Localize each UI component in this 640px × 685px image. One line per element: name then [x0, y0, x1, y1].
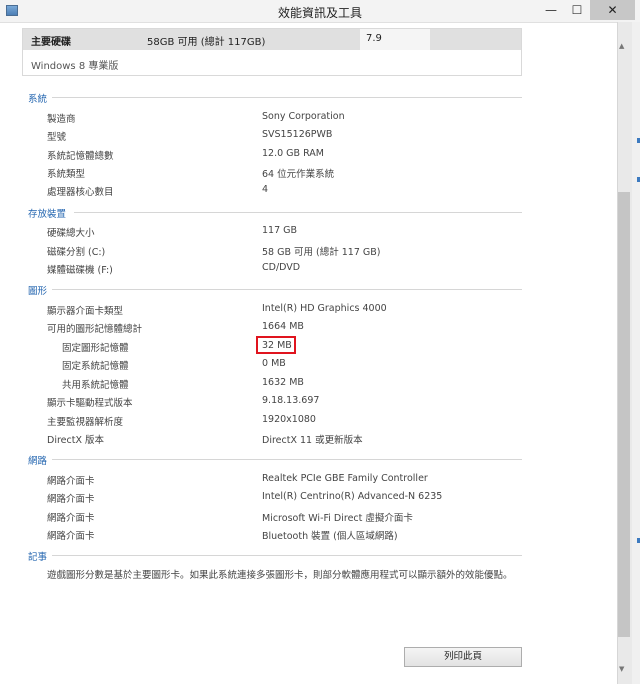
- row-label: 網路介面卡: [47, 531, 95, 542]
- row-value: Bluetooth 裝置 (個人區域網路): [262, 531, 398, 542]
- row-value: 9.18.13.697: [262, 395, 320, 406]
- section-divider: [52, 289, 522, 290]
- row-value: 0 MB: [262, 358, 286, 369]
- row-value: 1920x1080: [262, 414, 316, 425]
- row-label: 磁碟分割 (C:): [47, 247, 106, 258]
- row-value: Microsoft Wi-Fi Direct 虛擬介面卡: [262, 513, 413, 524]
- row-label: 型號: [47, 132, 67, 143]
- row-label: 固定系統記憶體: [62, 361, 129, 372]
- row-value: 64 位元作業系統: [262, 169, 335, 180]
- row-label: 共用系統記憶體: [62, 380, 129, 391]
- row-value: 117 GB: [262, 225, 298, 236]
- row-label: 系統類型: [47, 169, 86, 180]
- print-page-button[interactable]: 列印此頁: [404, 647, 522, 667]
- row-value: 58 GB 可用 (總計 117 GB): [262, 247, 381, 258]
- row-value: SVS15126PWB: [262, 129, 333, 140]
- row-label: DirectX 版本: [47, 435, 104, 446]
- rating-label: 主要硬碟: [31, 37, 71, 48]
- row-label: 硬碟總大小: [47, 228, 95, 239]
- rating-table: 主要硬碟 58GB 可用 (總計 117GB) 7.9 Windows 8 專業…: [22, 28, 522, 76]
- row-value: 12.0 GB RAM: [262, 148, 324, 159]
- row-value: Sony Corporation: [262, 111, 345, 122]
- row-value: Intel(R) Centrino(R) Advanced-N 6235: [262, 491, 443, 502]
- row-label: 媒體磁碟機 (F:): [47, 265, 113, 276]
- rating-value: 58GB 可用 (總計 117GB): [147, 37, 266, 48]
- minimize-button[interactable]: —: [538, 0, 564, 20]
- notes-text: 遊戲圖形分數是基於主要圖形卡。如果此系統連接多張圖形卡，則部分軟體應用程式可以顯…: [47, 570, 513, 581]
- section-divider: [52, 555, 522, 556]
- row-label: 網路介面卡: [47, 494, 95, 505]
- row-value: CD/DVD: [262, 262, 301, 273]
- row-label: 網路介面卡: [47, 513, 95, 524]
- section-divider: [74, 212, 522, 213]
- close-button[interactable]: ✕: [590, 0, 635, 20]
- row-value: 4: [262, 184, 269, 195]
- maximize-button[interactable]: ☐: [564, 0, 590, 20]
- section-divider: [52, 459, 522, 460]
- row-label: 固定圖形記憶體: [62, 343, 129, 354]
- row-value: Realtek PCIe GBE Family Controller: [262, 473, 428, 484]
- scroll-thumb[interactable]: [618, 192, 630, 637]
- windows-edition: Windows 8 專業版: [31, 61, 119, 72]
- row-value: 1664 MB: [262, 321, 304, 332]
- scroll-down-icon[interactable]: ▼: [619, 665, 624, 673]
- rating-score: 7.9: [366, 33, 382, 44]
- row-label: 網路介面卡: [47, 476, 95, 487]
- row-label: 系統記憶體總數: [47, 151, 114, 162]
- row-label: 可用的圖形記憶體總計: [47, 324, 143, 335]
- highlight-box: [256, 336, 296, 354]
- row-value: DirectX 11 或更新版本: [262, 435, 363, 446]
- row-label: 顯示卡驅動程式版本: [47, 398, 133, 409]
- row-label: 製造商: [47, 114, 76, 125]
- section-divider: [52, 97, 522, 98]
- section-title-storage: 存放裝置: [28, 209, 67, 220]
- row-value: 1632 MB: [262, 377, 304, 388]
- section-title-graphics: 圖形: [28, 286, 48, 297]
- row-label: 顯示器介面卡類型: [47, 306, 124, 317]
- row-value: Intel(R) HD Graphics 4000: [262, 303, 387, 314]
- rating-row-primary-disk: 主要硬碟 58GB 可用 (總計 117GB) 7.9: [23, 29, 521, 50]
- section-title-system: 系統: [28, 94, 48, 105]
- rating-score-cell: 7.9: [360, 29, 430, 50]
- section-title-notes: 記事: [28, 552, 48, 563]
- row-label: 處理器核心數目: [47, 187, 114, 198]
- title-bar: 效能資訊及工具 — ☐ ✕: [0, 0, 640, 23]
- row-label: 主要監視器解析度: [47, 417, 124, 428]
- section-title-network: 網路: [28, 456, 48, 467]
- scroll-up-icon[interactable]: ▲: [619, 42, 624, 50]
